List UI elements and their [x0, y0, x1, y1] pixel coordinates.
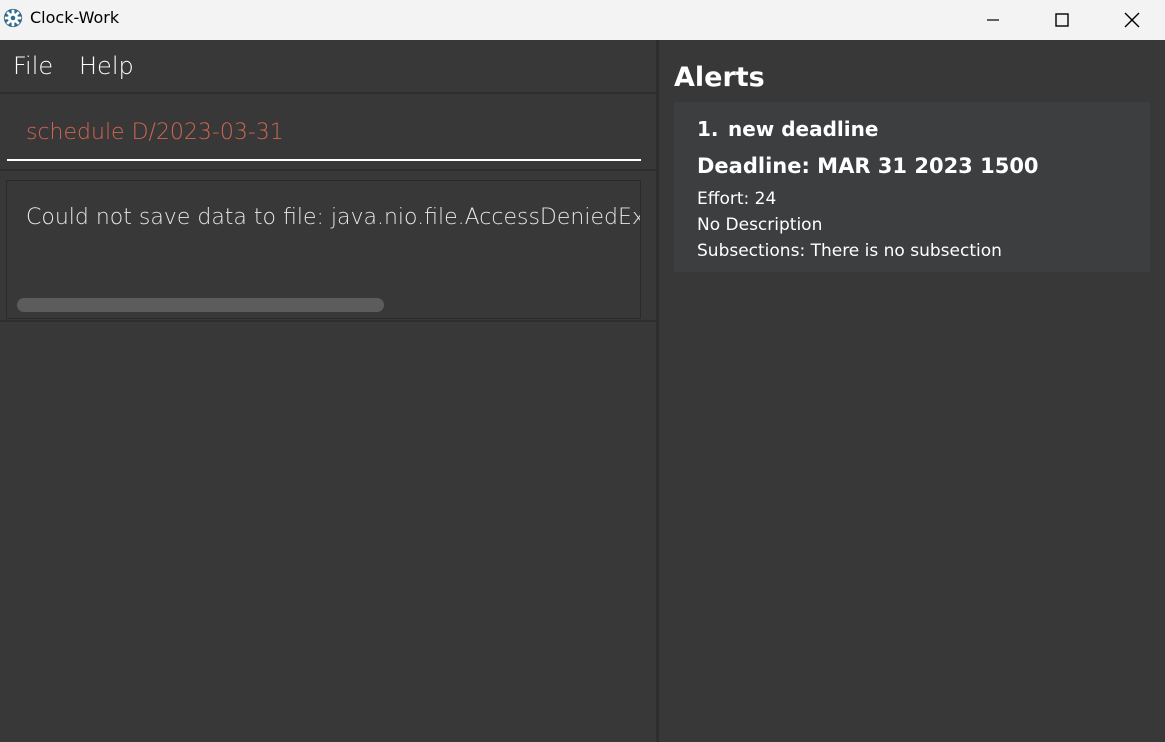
maximize-button[interactable] — [1027, 0, 1097, 40]
command-underline — [7, 159, 641, 161]
left-pane: File Help schedule D/2023-03-31 Could no… — [0, 40, 657, 742]
minimize-button[interactable] — [958, 0, 1028, 40]
command-input[interactable]: schedule D/2023-03-31 — [26, 120, 284, 145]
result-text: Could not save data to file: java.nio.fi… — [26, 205, 640, 230]
minimize-icon — [987, 19, 999, 21]
alert-card[interactable]: 1. new deadline Deadline: MAR 31 2023 15… — [674, 102, 1150, 272]
close-button[interactable] — [1097, 0, 1165, 40]
gear-icon — [3, 8, 23, 28]
alert-deadline: Deadline: MAR 31 2023 1500 — [697, 154, 1039, 178]
menu-file[interactable]: File — [13, 52, 53, 80]
menu-bar: File Help — [0, 40, 657, 94]
result-display[interactable]: Could not save data to file: java.nio.fi… — [6, 180, 641, 319]
title-bar: Clock-Work — [0, 0, 1165, 40]
result-display-container: Could not save data to file: java.nio.fi… — [0, 173, 657, 322]
maximize-icon — [1055, 13, 1069, 27]
alert-index: 1. — [697, 117, 719, 141]
window-title: Clock-Work — [30, 8, 120, 27]
menu-help[interactable]: Help — [79, 52, 134, 80]
alerts-title: Alerts — [674, 62, 765, 93]
alert-name: new deadline — [728, 117, 879, 141]
alert-subsections: Subsections: There is no subsection — [697, 241, 1002, 261]
horizontal-scrollbar[interactable] — [17, 298, 384, 312]
alert-effort: Effort: 24 — [697, 189, 777, 209]
alert-description: No Description — [697, 215, 823, 235]
alerts-pane: Alerts 1. new deadline Deadline: MAR 31 … — [659, 40, 1165, 742]
close-icon — [1124, 12, 1140, 28]
